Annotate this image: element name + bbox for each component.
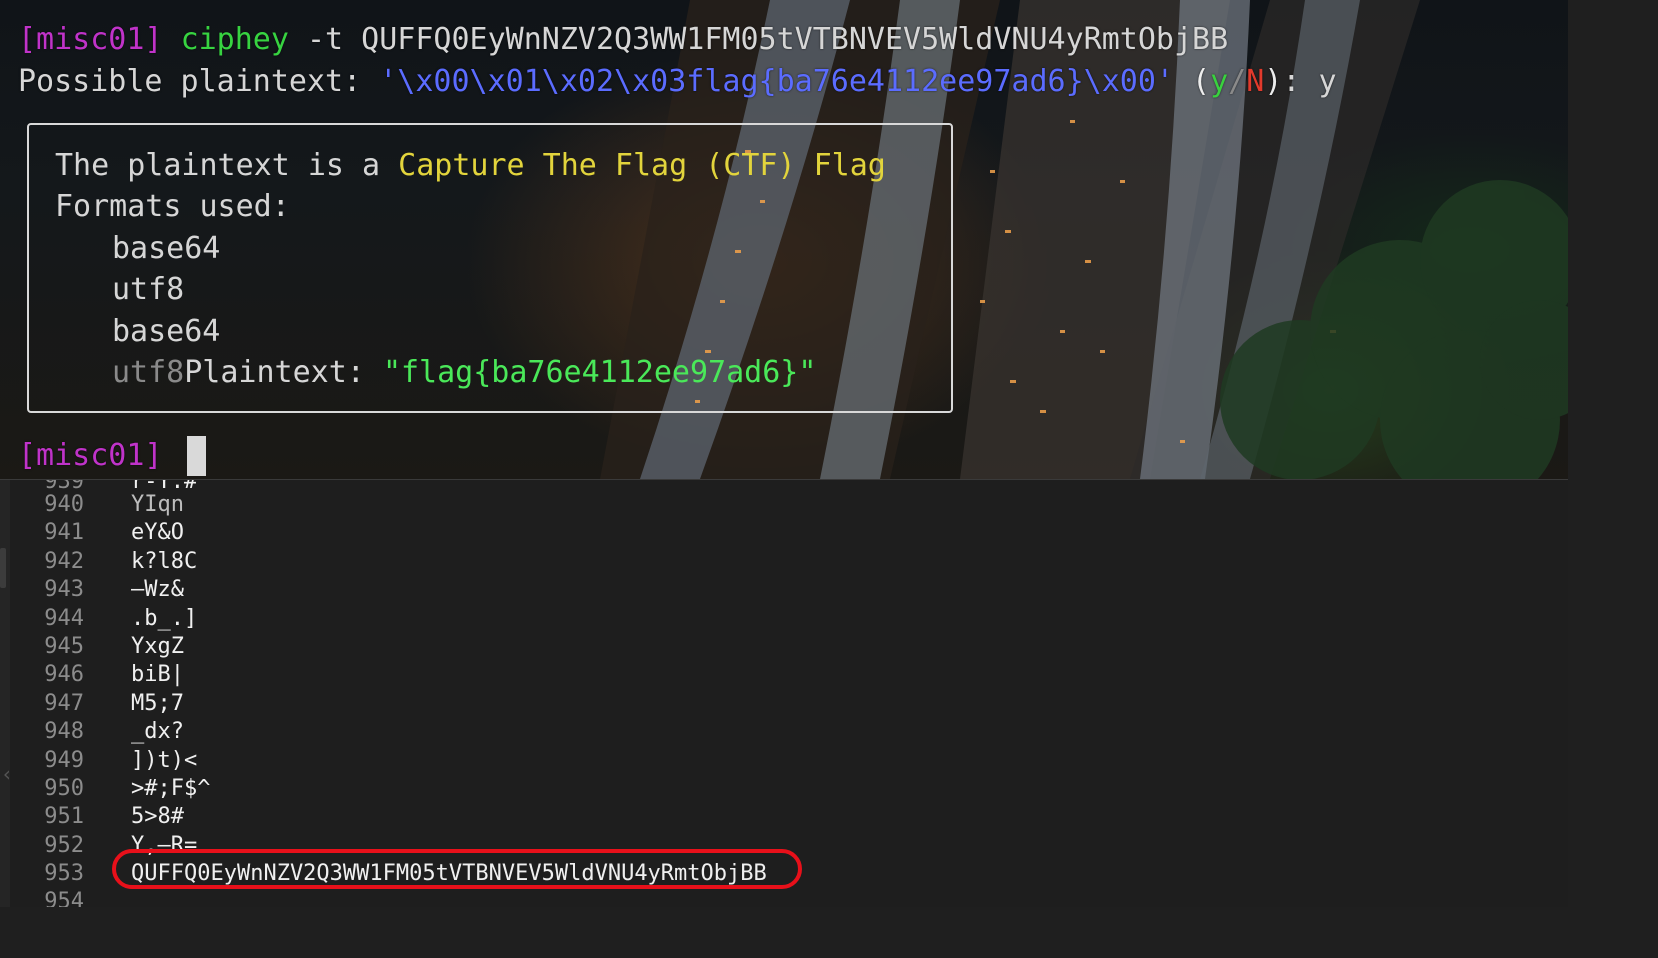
line-number: 953 bbox=[44, 861, 84, 886]
possible-plaintext-value: '\x00\x01\x02\x03flag{ba76e4112ee97ad6}\… bbox=[379, 64, 1174, 99]
line-number: 948 bbox=[44, 719, 84, 744]
line-text: YxgZ bbox=[131, 634, 184, 659]
line-number: 952 bbox=[44, 833, 84, 858]
line-text: YIqn bbox=[131, 492, 184, 517]
line-text: .b_.] bbox=[131, 606, 198, 631]
line-text: 5>8# bbox=[131, 804, 184, 829]
code-line[interactable]: 941 eY&O bbox=[0, 519, 1568, 547]
code-line[interactable]: 948 _dx? bbox=[0, 718, 1568, 746]
possible-plaintext-label: Possible plaintext: bbox=[18, 64, 380, 99]
line-text: >#;F$^ bbox=[131, 776, 211, 801]
code-line[interactable]: 942 k?l8C bbox=[0, 548, 1568, 576]
command-args: -t QUFFQ0EyWnNZV2Q3WW1FM05tVTBNVEV5WldVN… bbox=[288, 22, 1229, 57]
code-line[interactable]: 949 ])t)< bbox=[0, 747, 1568, 775]
separator-dashes: -------------------------------- bbox=[18, 0, 596, 14]
choice-slash: / bbox=[1228, 64, 1247, 99]
format-item: utf8 bbox=[112, 272, 185, 307]
line-text: —Wz& bbox=[131, 577, 184, 602]
line-number: 942 bbox=[44, 549, 84, 574]
format-item: base64 bbox=[112, 314, 221, 349]
code-line[interactable]: 946 biB| bbox=[0, 661, 1568, 689]
line-number: 944 bbox=[44, 606, 84, 631]
final-prompt-line: [misc01] bbox=[18, 436, 163, 476]
code-line[interactable]: 944 .b_.] bbox=[0, 605, 1568, 633]
shell-prompt: [misc01] bbox=[18, 438, 163, 473]
line-text: ])t)< bbox=[131, 748, 198, 773]
line-text: k?l8C bbox=[131, 549, 198, 574]
choice-open-paren: ( bbox=[1173, 64, 1211, 99]
formats-label: Formats used: bbox=[55, 189, 290, 224]
red-highlight-ellipse bbox=[112, 849, 802, 889]
result-intro-line: The plaintext is a Capture The Flag (CTF… bbox=[55, 146, 886, 186]
text-cursor[interactable] bbox=[187, 436, 206, 476]
line-number: 945 bbox=[44, 634, 84, 659]
line-number: 941 bbox=[44, 520, 84, 545]
line-number: 951 bbox=[44, 804, 84, 829]
command-name: ciphey bbox=[180, 22, 289, 57]
line-number: 943 bbox=[44, 577, 84, 602]
code-line[interactable]: 954 bbox=[0, 888, 1568, 907]
line-number: 949 bbox=[44, 748, 84, 773]
result-intro: The plaintext is a bbox=[55, 148, 399, 183]
plaintext-line: utf8Plaintext: "flag{ba76e4112ee97ad6}" bbox=[112, 353, 816, 393]
code-line[interactable]: 947 M5;7 bbox=[0, 690, 1568, 718]
shell-prompt: [misc01] bbox=[18, 22, 163, 57]
choice-no: N bbox=[1246, 64, 1265, 99]
line-text: _dx? bbox=[131, 719, 184, 744]
result-category: Capture The Flag (CTF) Flag bbox=[398, 148, 886, 183]
choice-yes: y bbox=[1210, 64, 1229, 99]
user-answer: : y bbox=[1282, 64, 1337, 99]
plaintext-label: Plaintext: bbox=[184, 355, 383, 390]
line-number: 940 bbox=[44, 492, 84, 517]
line-number: 946 bbox=[44, 662, 84, 687]
line-text: eY&O bbox=[131, 520, 184, 545]
code-line[interactable]: 943 —Wz& bbox=[0, 576, 1568, 604]
line-number: 954 bbox=[44, 889, 84, 907]
plaintext-value: "flag{ba76e4112ee97ad6}" bbox=[382, 355, 817, 390]
line-text: biB| bbox=[131, 662, 184, 687]
terminal-window[interactable]: -------------------------------- [misc01… bbox=[0, 0, 1568, 479]
text-editor-pane[interactable]: ‹ 939 r-Y:# 940 YIqn 941 eY&O 942 k?l8C 943—… bbox=[0, 479, 1568, 907]
choice-close-paren: ) bbox=[1264, 64, 1283, 99]
format-item: utf8 bbox=[112, 355, 185, 390]
possible-plaintext-line: Possible plaintext: '\x00\x01\x02\x03fla… bbox=[18, 62, 1337, 102]
code-line[interactable]: 940 YIqn bbox=[0, 491, 1568, 519]
code-line[interactable]: 945 YxgZ bbox=[0, 633, 1568, 661]
code-line[interactable]: 951 5>8# bbox=[0, 803, 1568, 831]
line-number: 950 bbox=[44, 776, 84, 801]
code-line[interactable]: 950 >#;F$^ bbox=[0, 775, 1568, 803]
command-line: [misc01] ciphey -t QUFFQ0EyWnNZV2Q3WW1FM… bbox=[18, 20, 1228, 60]
line-number: 947 bbox=[44, 691, 84, 716]
result-box: The plaintext is a Capture The Flag (CTF… bbox=[27, 123, 953, 413]
format-item: base64 bbox=[112, 231, 221, 266]
line-text: M5;7 bbox=[131, 691, 184, 716]
